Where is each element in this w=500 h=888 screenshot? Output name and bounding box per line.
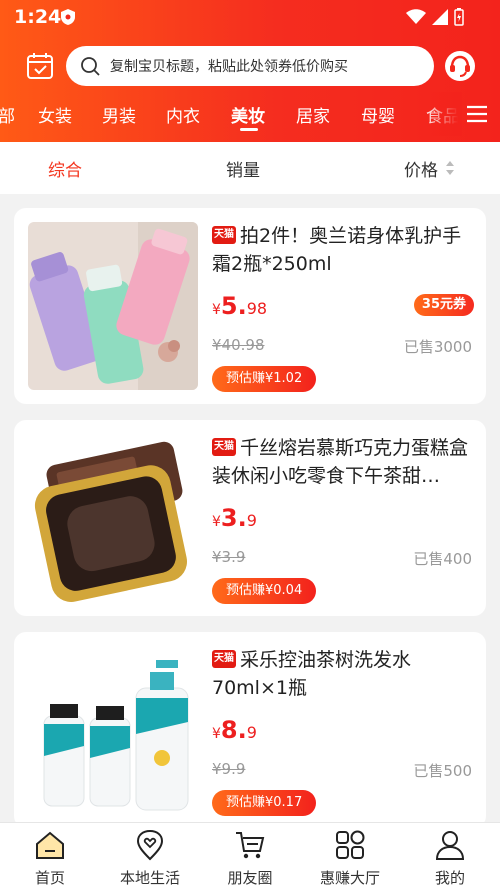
status-bar: 1:24 xyxy=(0,0,500,34)
product-image xyxy=(28,646,198,814)
original-price: ¥9.9 xyxy=(212,760,246,778)
estimated-earn-button[interactable]: 预估赚¥0.04 xyxy=(212,578,317,604)
category-tab-5[interactable]: 居家 xyxy=(296,102,330,127)
cart-icon xyxy=(236,832,265,859)
sort-arrows-icon xyxy=(446,161,454,175)
user-icon xyxy=(435,831,465,860)
original-price: ¥3.9 xyxy=(212,548,246,566)
product-price: ¥5.98 xyxy=(212,292,267,320)
tab-label: 我的 xyxy=(434,869,465,887)
product-price: ¥3.9 xyxy=(212,504,257,532)
signal-icon xyxy=(432,9,448,25)
product-title: 采乐控油茶树洗发水70ml×1瓶 xyxy=(212,649,412,699)
category-fade xyxy=(424,92,462,136)
tab-label: 本地生活 xyxy=(119,869,180,887)
status-time: 1:24 xyxy=(14,6,62,28)
sort-bar: 综合 销量 价格 xyxy=(0,142,500,194)
wifi-icon xyxy=(406,9,426,24)
category-tabs: 部 女装 男装 内衣 美妆 居家 母婴 食品 xyxy=(0,92,500,136)
tab-label: 朋友圈 xyxy=(227,869,273,887)
tab-label: 惠赚大厅 xyxy=(319,869,380,887)
status-icons xyxy=(406,8,464,26)
product-card[interactable]: 天猫 采乐控油茶树洗发水70ml×1瓶 ¥8.9 ¥9.9 已售500 预估赚¥… xyxy=(14,632,486,828)
price-currency: ¥ xyxy=(212,514,221,530)
apps-grid-icon xyxy=(336,830,365,859)
category-tab-3[interactable]: 内衣 xyxy=(166,102,200,127)
search-bar[interactable]: 复制宝贝标题，粘贴此处领券低价购买 xyxy=(66,46,434,86)
category-tab-2[interactable]: 男装 xyxy=(102,102,136,127)
category-tab-1[interactable]: 女装 xyxy=(38,102,72,127)
sold-count: 已售500 xyxy=(413,762,472,780)
tab-home[interactable]: 首页 xyxy=(0,823,100,888)
battery-icon xyxy=(454,8,464,26)
tab-earn-hall[interactable]: 惠赚大厅 xyxy=(300,823,400,888)
menu-icon[interactable] xyxy=(466,104,488,124)
sort-price[interactable]: 价格 xyxy=(404,156,438,181)
price-decimal: 9 xyxy=(246,511,257,530)
tab-me[interactable]: 我的 xyxy=(400,823,500,888)
category-tab-0[interactable]: 部 xyxy=(0,102,15,127)
calendar-icon[interactable] xyxy=(26,52,54,80)
price-integer: 3. xyxy=(220,504,247,532)
active-category-indicator xyxy=(240,128,258,131)
tab-label: 首页 xyxy=(34,869,65,887)
product-image xyxy=(28,222,198,390)
product-image xyxy=(28,434,198,602)
product-card[interactable]: 天猫 千丝熔岩慕斯巧克力蛋糕盒装休闲小吃零食下午茶甜… ¥3.9 ¥3.9 已售… xyxy=(14,420,486,616)
search-icon xyxy=(81,57,100,76)
product-card[interactable]: 天猫 拍2件！奥兰诺身体乳护手霜2瓶*250ml ¥5.98 35元券 ¥40.… xyxy=(14,208,486,404)
estimated-earn-button[interactable]: 预估赚¥0.17 xyxy=(212,790,317,816)
price-decimal: 98 xyxy=(246,299,268,318)
estimated-earn-button[interactable]: 预估赚¥1.02 xyxy=(212,366,317,392)
sort-sales[interactable]: 销量 xyxy=(226,156,260,181)
price-currency: ¥ xyxy=(212,726,221,742)
top-bar: 复制宝贝标题，粘贴此处领券低价购买 xyxy=(0,40,500,90)
price-currency: ¥ xyxy=(212,302,221,318)
bottom-tab-bar: 首页 本地生活 朋友圈 惠赚大厅 我的 xyxy=(0,822,500,888)
category-tab-6[interactable]: 母婴 xyxy=(361,102,395,127)
original-price: ¥40.98 xyxy=(212,336,265,354)
tab-friends[interactable]: 朋友圈 xyxy=(200,823,300,888)
shield-icon xyxy=(61,9,75,25)
sold-count: 已售400 xyxy=(413,550,472,568)
sort-comprehensive[interactable]: 综合 xyxy=(48,156,82,181)
header: 1:24 复制宝贝标题，粘贴此处领券低价购买 部 女装 男装 内衣 美妆 居家 … xyxy=(0,0,500,142)
sold-count: 已售3000 xyxy=(403,338,472,356)
coupon-badge[interactable]: 35元券 xyxy=(413,294,474,316)
price-integer: 5. xyxy=(220,292,247,320)
product-title: 拍2件！奥兰诺身体乳护手霜2瓶*250ml xyxy=(212,225,462,275)
category-tab-4[interactable]: 美妆 xyxy=(231,102,265,127)
price-decimal: 9 xyxy=(246,723,257,742)
location-heart-icon xyxy=(136,829,164,861)
price-integer: 8. xyxy=(220,716,247,744)
search-placeholder: 复制宝贝标题，粘贴此处领券低价购买 xyxy=(110,59,348,75)
product-price: ¥8.9 xyxy=(212,716,257,744)
customer-service-icon[interactable] xyxy=(444,50,476,82)
product-title: 千丝熔岩慕斯巧克力蛋糕盒装休闲小吃零食下午茶甜… xyxy=(212,437,469,487)
tab-local-life[interactable]: 本地生活 xyxy=(100,823,200,888)
home-icon xyxy=(36,831,64,859)
